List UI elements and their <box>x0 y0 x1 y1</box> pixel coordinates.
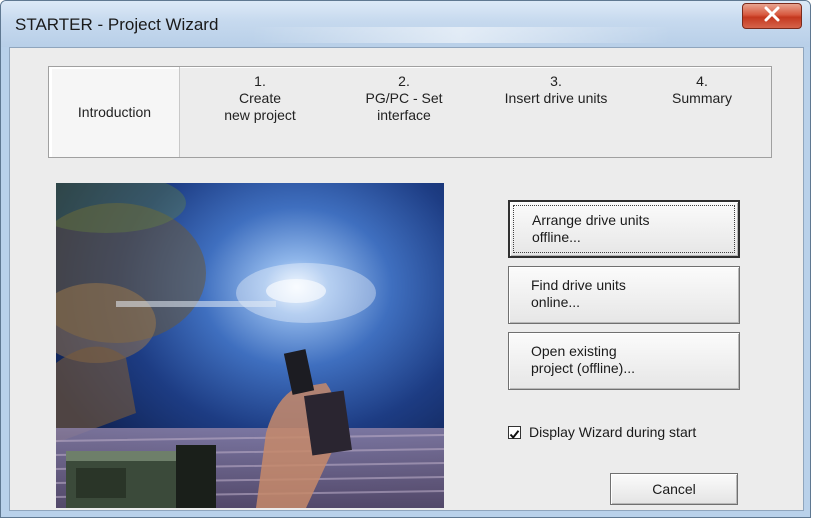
wizard-image <box>56 183 444 508</box>
step-introduction: Introduction <box>50 67 180 157</box>
button-label: project (offline)... <box>531 360 636 376</box>
display-wizard-checkbox[interactable] <box>508 425 521 439</box>
dialog-body: Introduction 1. Create new project 2. PG… <box>9 47 804 511</box>
step-create-project: 1. Create new project <box>195 67 325 157</box>
step-number: 3. <box>550 73 562 89</box>
title-bar-glare <box>251 27 671 43</box>
step-label: Create <box>238 90 282 106</box>
step-insert-drive-units: 3. Insert drive units <box>483 67 629 157</box>
open-existing-project-button[interactable]: Open existing project (offline)... <box>508 332 740 390</box>
button-label: Arrange drive units <box>532 212 650 228</box>
step-label: PG/PC - Set <box>365 90 443 106</box>
wizard-window: STARTER - Project Wizard Introduction 1.… <box>0 0 811 518</box>
button-label: Open existing <box>531 343 617 359</box>
close-button[interactable] <box>742 3 802 29</box>
step-label: Insert drive units <box>504 90 608 106</box>
wizard-steps: Introduction 1. Create new project 2. PG… <box>48 66 772 158</box>
step-label: new project <box>224 107 296 123</box>
cancel-button[interactable]: Cancel <box>610 473 738 505</box>
button-label: offline... <box>532 229 581 245</box>
step-set-interface: 2. PG/PC - Set interface <box>339 67 469 157</box>
step-label: Summary <box>672 90 732 106</box>
step-number: 2. <box>398 73 410 89</box>
close-icon <box>763 6 781 27</box>
display-wizard-option[interactable]: Display Wizard during start <box>508 424 696 440</box>
button-label: Find drive units <box>531 277 626 293</box>
button-label: online... <box>531 294 581 310</box>
step-number: 4. <box>696 73 708 89</box>
step-label: interface <box>377 107 431 123</box>
arrange-drive-units-offline-button[interactable]: Arrange drive units offline... <box>508 200 740 258</box>
title-bar[interactable]: STARTER - Project Wizard <box>1 1 810 47</box>
display-wizard-label: Display Wizard during start <box>529 424 697 440</box>
find-drive-units-online-button[interactable]: Find drive units online... <box>508 266 740 324</box>
checkmark-icon <box>509 429 520 439</box>
step-summary: 4. Summary <box>647 67 757 157</box>
step-number: 1. <box>254 73 266 89</box>
step-label: Introduction <box>77 103 152 120</box>
window-title: STARTER - Project Wizard <box>15 15 219 34</box>
